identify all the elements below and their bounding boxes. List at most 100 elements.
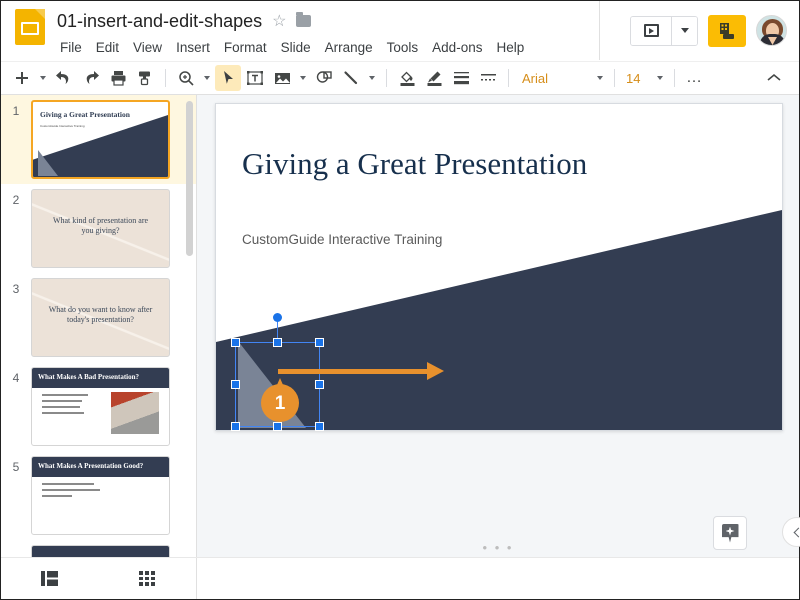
menu-item-file[interactable]: File [53, 37, 89, 58]
collapse-menus-button[interactable] [761, 65, 787, 91]
chevron-down-icon [657, 76, 663, 80]
avatar[interactable] [756, 15, 787, 46]
filmstrip-view-button[interactable] [37, 566, 63, 592]
grid-icon [139, 571, 156, 586]
slide-thumbnail[interactable]: What Makes A Presentation Good? [31, 456, 170, 535]
paint-format-button[interactable] [132, 65, 158, 91]
share-lock-icon [719, 22, 735, 40]
zoom-button[interactable] [173, 65, 199, 91]
font-family-select[interactable]: Arial [516, 71, 592, 86]
slide-thumbnail[interactable] [31, 545, 170, 557]
present-icon [643, 24, 659, 37]
slide-subtitle[interactable]: CustomGuide Interactive Training [242, 232, 442, 247]
resize-handle-middle-right[interactable] [315, 379, 324, 389]
explore-button[interactable] [713, 516, 747, 550]
filmstrip-slide-5[interactable]: 5 What Makes A Presentation Good? [1, 451, 196, 540]
thumb-title: What Makes A Presentation Good? [38, 462, 144, 470]
statusbar [1, 557, 799, 599]
slide-number: 1 [12, 104, 20, 118]
star-icon[interactable]: ☆ [272, 11, 286, 31]
thumb-title: What Makes A Bad Presentation? [38, 373, 139, 381]
menu-item-insert[interactable]: Insert [169, 37, 217, 58]
fill-color-button[interactable] [394, 65, 420, 91]
slide-number: 2 [12, 193, 20, 207]
resize-handle-bottom-right[interactable] [315, 422, 324, 431]
menu-item-edit[interactable]: Edit [89, 37, 126, 58]
present-dropdown-button[interactable] [671, 16, 697, 45]
redo-button[interactable] [78, 65, 104, 91]
border-color-button[interactable] [421, 65, 447, 91]
menu-item-arrange[interactable]: Arrange [318, 37, 380, 58]
slide-thumbnail[interactable]: What do you want to know after today's p… [31, 278, 170, 357]
slide-thumbnail[interactable]: What Makes A Bad Presentation? [31, 367, 170, 446]
thumb-bullets [42, 483, 104, 497]
resize-handle-bottom-center[interactable] [272, 422, 282, 431]
filmstrip-slide-6[interactable] [1, 540, 196, 557]
chevron-left-icon [793, 527, 800, 537]
font-family-dropdown-button[interactable] [593, 76, 607, 80]
chevron-down-icon [680, 28, 689, 33]
menu-item-slide[interactable]: Slide [274, 37, 318, 58]
filmstrip-slide-4[interactable]: 4 What Makes A Bad Presentation? [1, 362, 196, 451]
thumb-title: What kind of presentation are you giving… [52, 216, 149, 235]
line-dropdown-button[interactable] [365, 76, 379, 80]
slide-number: 4 [12, 371, 20, 385]
grid-view-button[interactable] [134, 566, 160, 592]
insert-image-button[interactable] [269, 65, 295, 91]
menu-item-format[interactable]: Format [217, 37, 274, 58]
annotation-arrow-icon [278, 362, 444, 380]
view-mode-group [1, 558, 197, 599]
undo-button[interactable] [51, 65, 77, 91]
canvas-page-dots: • • • [482, 540, 514, 555]
filmstrip-slide-1[interactable]: 1 Giving a Great Presentation CustomGuid… [1, 95, 196, 184]
header-actions [599, 1, 799, 60]
filmstrip-slide-2[interactable]: 2 What kind of presentation are you givi… [1, 184, 196, 273]
toolbar-divider [508, 69, 509, 87]
present-button[interactable] [631, 16, 671, 45]
slide-editor-stage[interactable]: Giving a Great Presentation CustomGuide … [215, 103, 783, 431]
print-button[interactable] [105, 65, 131, 91]
insert-image-dropdown-button[interactable] [296, 76, 310, 80]
font-size-input[interactable]: 14 [622, 71, 652, 86]
filmstrip-slide-3[interactable]: 3 What do you want to know after today's… [1, 273, 196, 362]
filmstrip-scrollbar[interactable] [186, 101, 193, 256]
menu-item-tools[interactable]: Tools [380, 37, 426, 58]
font-size-dropdown-button[interactable] [653, 76, 667, 80]
line-button[interactable] [338, 65, 364, 91]
resize-handle-bottom-left[interactable] [231, 422, 240, 431]
resize-handle-top-left[interactable] [231, 338, 240, 347]
menu-item-view[interactable]: View [126, 37, 169, 58]
thumb-bullets [42, 394, 94, 414]
slide-thumbnail[interactable]: Giving a Great Presentation CustomGuide … [31, 100, 170, 179]
slide-thumbnail[interactable]: What kind of presentation are you giving… [31, 189, 170, 268]
text-box-button[interactable] [242, 65, 268, 91]
zoom-dropdown-button[interactable] [200, 76, 214, 80]
slide-title[interactable]: Giving a Great Presentation [242, 146, 587, 182]
resize-handle-top-right[interactable] [315, 338, 324, 347]
menu-item-add-ons[interactable]: Add-ons [425, 37, 489, 58]
folder-icon[interactable] [296, 12, 312, 27]
page-title[interactable]: 01-insert-and-edit-shapes [57, 11, 262, 32]
select-tool-button[interactable] [215, 65, 241, 91]
header: 01-insert-and-edit-shapes ☆ File Edit Vi… [1, 1, 799, 61]
thumb-subtitle: CustomGuide Interactive Training [40, 124, 85, 128]
toolbar-divider [614, 69, 615, 87]
shape-button[interactable] [311, 65, 337, 91]
share-button[interactable] [708, 14, 746, 47]
border-weight-button[interactable] [448, 65, 474, 91]
new-slide-dropdown-button[interactable] [36, 76, 50, 80]
border-dash-button[interactable] [475, 65, 501, 91]
toolbar-divider [165, 69, 166, 87]
toolbar-divider [674, 69, 675, 87]
explore-icon [721, 523, 739, 543]
new-slide-button[interactable] [9, 65, 35, 91]
slide-canvas-area[interactable]: Giving a Great Presentation CustomGuide … [197, 95, 800, 557]
resize-handle-middle-left[interactable] [231, 379, 240, 389]
chevron-down-icon [369, 76, 375, 80]
resize-handle-top-center[interactable] [272, 338, 282, 347]
collapse-panel-button[interactable] [782, 517, 800, 547]
thumb-title: Giving a Great Presentation [40, 110, 130, 119]
menu-item-help[interactable]: Help [489, 37, 531, 58]
more-options-button[interactable]: … [682, 69, 707, 87]
slide-number: 3 [12, 282, 20, 296]
